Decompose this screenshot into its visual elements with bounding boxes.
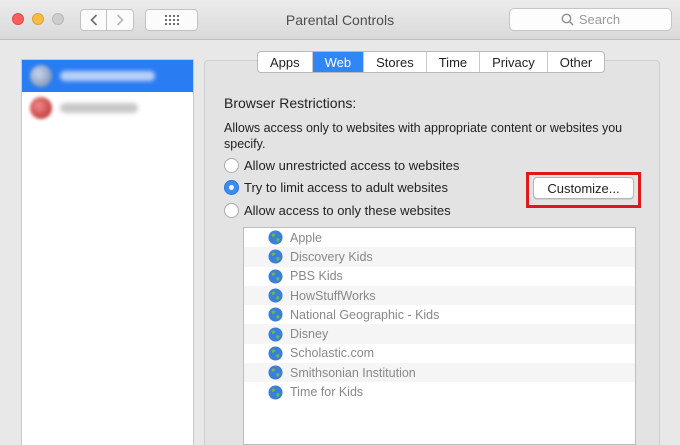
search-field[interactable]: Search [509, 8, 672, 31]
tab-stores[interactable]: Stores [363, 52, 426, 72]
list-item[interactable]: Discovery Kids [244, 247, 635, 267]
list-item[interactable]: Scholastic.com [244, 344, 635, 363]
site-name: National Geographic - Kids [290, 307, 440, 322]
globe-icon [268, 230, 283, 245]
search-placeholder: Search [578, 12, 621, 27]
list-item[interactable]: National Geographic - Kids [244, 305, 635, 324]
user-name-obscured [60, 103, 138, 113]
tab-bar: Apps Web Stores Time Privacy Other [257, 51, 606, 73]
browser-restrictions-heading: Browser Restrictions: [224, 95, 357, 111]
tab-privacy[interactable]: Privacy [479, 52, 547, 72]
site-name: Disney [290, 327, 329, 342]
option-limit-adult[interactable]: Try to limit access to adult websites [224, 180, 448, 195]
site-name: Scholastic.com [290, 346, 375, 361]
user-row-selected[interactable] [22, 60, 193, 92]
list-item[interactable]: PBS Kids [244, 267, 635, 286]
site-name: Apple [290, 230, 322, 245]
option-label: Allow unrestricted access to websites [244, 158, 460, 173]
list-item[interactable]: Apple [244, 228, 635, 247]
radio-button[interactable] [224, 158, 239, 173]
title-bar: Parental Controls Search [0, 0, 680, 40]
globe-icon [268, 288, 283, 303]
option-label: Try to limit access to adult websites [244, 180, 448, 195]
radio-button[interactable] [224, 203, 239, 218]
tab-apps[interactable]: Apps [258, 52, 312, 72]
globe-icon [268, 327, 283, 342]
list-item[interactable]: Smithsonian Institution [244, 363, 635, 383]
tab-web[interactable]: Web [311, 52, 364, 72]
list-item[interactable]: HowStuffWorks [244, 285, 635, 306]
globe-icon [268, 249, 283, 264]
customize-button[interactable]: Customize... [533, 177, 634, 199]
globe-icon [268, 346, 283, 361]
user-row[interactable] [22, 92, 193, 124]
user-list [21, 59, 194, 445]
globe-icon [268, 307, 283, 322]
browser-restrictions-description: Allows access only to websites with appr… [224, 121, 623, 151]
avatar [30, 97, 52, 119]
tab-time[interactable]: Time [425, 52, 479, 72]
avatar [30, 65, 52, 87]
list-item[interactable]: Disney [244, 324, 635, 344]
site-name: Time for Kids [290, 385, 364, 400]
option-only-these[interactable]: Allow access to only these websites [224, 203, 451, 218]
site-name: Smithsonian Institution [290, 365, 416, 380]
option-label: Allow access to only these websites [244, 203, 451, 218]
list-item[interactable]: Time for Kids [244, 382, 635, 401]
globe-icon [268, 365, 283, 380]
radio-button-selected[interactable] [224, 180, 239, 195]
site-name: HowStuffWorks [290, 288, 376, 303]
search-icon [561, 13, 574, 26]
globe-icon [268, 384, 283, 400]
site-name: PBS Kids [290, 269, 343, 284]
tab-other[interactable]: Other [546, 52, 605, 72]
option-unrestricted[interactable]: Allow unrestricted access to websites [224, 158, 459, 173]
allowed-sites-list[interactable]: Apple Discovery Kids PBS Kids HowStuffWo… [243, 227, 636, 445]
site-name: Discovery Kids [290, 249, 373, 264]
user-name-obscured [60, 71, 155, 81]
globe-icon [268, 269, 283, 284]
